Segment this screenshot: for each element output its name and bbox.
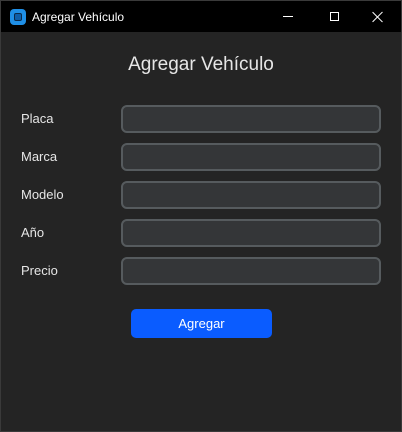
maximize-icon <box>329 12 339 21</box>
form-title: Agregar Vehículo <box>128 54 274 75</box>
modelo-input[interactable] <box>121 181 381 209</box>
modelo-label: Modelo <box>21 187 64 202</box>
window-title: Agregar Vehículo <box>32 10 125 24</box>
anio-input[interactable] <box>121 219 381 247</box>
agregar-button[interactable]: Agregar <box>131 309 272 338</box>
close-icon <box>372 11 384 23</box>
anio-label: Año <box>21 225 45 240</box>
title-bar[interactable]: Agregar Vehículo <box>1 1 401 32</box>
minimize-button[interactable] <box>265 1 311 32</box>
precio-input[interactable] <box>121 257 381 285</box>
placa-input[interactable] <box>121 105 381 133</box>
app-icon <box>10 9 26 25</box>
maximize-button[interactable] <box>311 1 357 32</box>
placa-label: Placa <box>21 111 54 126</box>
marca-label: Marca <box>21 149 58 164</box>
close-button[interactable] <box>355 1 401 32</box>
marca-input[interactable] <box>121 143 381 171</box>
app-window: Agregar Vehículo Agregar Vehículo Placa … <box>0 0 402 432</box>
minimize-icon <box>283 16 293 17</box>
precio-label: Precio <box>21 263 58 278</box>
